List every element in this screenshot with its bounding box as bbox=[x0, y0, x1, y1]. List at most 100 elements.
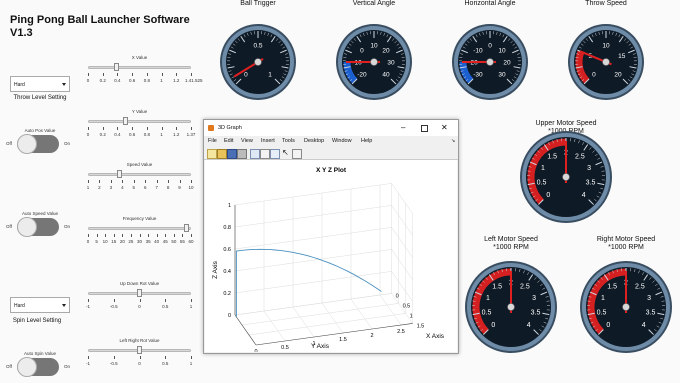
slider-tick-label: 1.2 bbox=[173, 132, 180, 137]
slider-tick bbox=[176, 127, 177, 130]
open-file-icon[interactable] bbox=[217, 149, 227, 159]
slider-tick bbox=[145, 180, 146, 183]
edit-plot-icon[interactable] bbox=[292, 149, 302, 159]
slider-thumb[interactable] bbox=[117, 170, 123, 178]
graph-window[interactable]: 3D Graph – ✕ File Edit View Insert Tools… bbox=[203, 119, 459, 355]
up-down-rot-slider-label: Up Down Rot Value bbox=[119, 281, 160, 286]
minimize-icon[interactable]: – bbox=[401, 120, 405, 136]
insert-legend-icon[interactable] bbox=[270, 149, 280, 159]
gauge-tick-label: 3.5 bbox=[531, 309, 541, 316]
x-value-slider[interactable]: 0 0.2 0.4 0.6 0.8 1 1.2 1.41.525 bbox=[87, 62, 203, 84]
menu-tools[interactable]: Tools bbox=[282, 136, 295, 147]
spin-level-label: Spin Level Setting bbox=[12, 318, 62, 324]
auto-spin-toggle[interactable] bbox=[17, 357, 59, 377]
gauge-hub bbox=[622, 303, 630, 311]
slider-tick bbox=[113, 299, 115, 302]
slider-tick bbox=[139, 356, 140, 359]
auto-speed-toggle[interactable] bbox=[17, 217, 59, 237]
chevron-down-icon bbox=[62, 304, 66, 307]
throw-level-dropdown[interactable]: Hard bbox=[10, 76, 70, 92]
menu-view[interactable]: View bbox=[241, 136, 253, 147]
gauge-tick-label: 10 bbox=[602, 43, 610, 50]
gauge-title-text: Throw Speed bbox=[585, 0, 627, 7]
matlab-logo-icon bbox=[208, 125, 214, 131]
new-figure-icon[interactable] bbox=[207, 149, 217, 159]
window-titlebar[interactable]: 3D Graph – ✕ bbox=[204, 120, 458, 136]
slider-track[interactable] bbox=[88, 227, 191, 230]
frequency-value-slider[interactable]: 0 5 10 15 20 25 30 35 40 45 50 55 60 bbox=[87, 223, 194, 245]
auto-spin-off-label: Off bbox=[6, 364, 12, 369]
slider-thumb[interactable] bbox=[137, 289, 142, 297]
up-down-rot-slider[interactable]: -1 -0.5 0 0.5 1 bbox=[86, 288, 192, 310]
pointer-icon[interactable]: ↖ bbox=[282, 149, 290, 157]
gauge-hub bbox=[486, 58, 494, 66]
gauge-tick-label: 20 bbox=[503, 60, 511, 67]
menu-help[interactable]: Help bbox=[361, 136, 372, 147]
slider-tick bbox=[156, 180, 158, 183]
x-tick-label: 1.5 bbox=[417, 323, 425, 329]
auto-pos-label: Auto Pos Value bbox=[24, 128, 56, 133]
gauge-tick-label: 4 bbox=[582, 192, 586, 199]
slider-tick bbox=[179, 180, 181, 183]
speed-value-slider[interactable]: 1 2 3 4 5 6 7 8 9 10 bbox=[87, 169, 194, 191]
slider-track[interactable] bbox=[88, 66, 191, 69]
close-icon[interactable]: ✕ bbox=[441, 120, 448, 136]
insert-colorbar-icon[interactable] bbox=[260, 149, 270, 159]
gauge-tick-label: 1.5 bbox=[547, 154, 557, 161]
gauge-tick-label: 1 bbox=[268, 72, 272, 79]
slider-tick bbox=[165, 234, 166, 237]
slider-tick bbox=[176, 73, 177, 76]
menu-edit[interactable]: Edit bbox=[224, 136, 233, 147]
plot-area[interactable]: X Y Z Plot 0 0.2 0.4 0.6 0.8 1 0 0.5 1 1.5 2 2.5 0 0.… bbox=[205, 160, 457, 355]
print-icon[interactable] bbox=[237, 149, 247, 159]
xyz-plot[interactable]: X Y Z Plot 0 0.2 0.4 0.6 0.8 1 0 0.5 1 1.5 2 2.5 0 0.… bbox=[205, 160, 457, 355]
spin-level-dropdown[interactable]: Hard bbox=[10, 297, 70, 313]
auto-pos-toggle[interactable] bbox=[17, 134, 59, 154]
toggle-knob bbox=[17, 357, 37, 377]
z-tick-label: 0.4 bbox=[223, 269, 231, 275]
slider-tick-label: 0.8 bbox=[143, 132, 150, 137]
maximize-icon[interactable] bbox=[421, 125, 428, 132]
slider-tick bbox=[88, 234, 89, 237]
menu-desktop[interactable]: Desktop bbox=[304, 136, 324, 147]
gauge-tick-label: 0.5 bbox=[537, 179, 547, 186]
save-icon[interactable] bbox=[227, 149, 237, 159]
slider-tick-label: 1.2 bbox=[173, 78, 180, 83]
slider-tick bbox=[122, 234, 123, 237]
figure-toolbar: ↖ bbox=[204, 147, 458, 160]
slider-track[interactable] bbox=[88, 173, 191, 176]
gauge-tick-label: 3 bbox=[532, 295, 536, 302]
gauge-tick-label: -30 bbox=[473, 72, 483, 79]
slider-tick bbox=[110, 180, 112, 183]
menu-file[interactable]: File bbox=[208, 136, 217, 147]
gauge-tick-label: 2.5 bbox=[520, 284, 530, 291]
x-axis-line bbox=[234, 314, 257, 346]
slider-thumb[interactable] bbox=[137, 346, 142, 354]
menu-window[interactable]: Window bbox=[332, 136, 352, 147]
slider-tick-label: 5 bbox=[132, 185, 136, 190]
slider-tick bbox=[148, 234, 149, 237]
slider-tick bbox=[191, 180, 192, 183]
slider-tick bbox=[191, 299, 192, 302]
slider-thumb[interactable] bbox=[114, 63, 120, 71]
slider-tick bbox=[117, 127, 118, 130]
slider-thumb[interactable] bbox=[184, 224, 190, 232]
y-value-slider[interactable]: 0 0.2 0.4 0.6 0.8 1 1.2 1.37 bbox=[87, 116, 195, 138]
link-plot-icon[interactable] bbox=[250, 149, 260, 159]
slider-tick-label: 4 bbox=[121, 185, 124, 190]
slider-tick bbox=[191, 73, 192, 76]
window-title: 3D Graph bbox=[218, 125, 242, 131]
gauge-hub bbox=[602, 58, 610, 66]
slider-tick-label: 0.6 bbox=[129, 78, 136, 83]
trajectory-curve bbox=[235, 248, 382, 317]
gauge-tick-label: 30 bbox=[498, 72, 506, 79]
dock-arrow-icon[interactable]: ↘ bbox=[451, 136, 455, 147]
slider-track[interactable] bbox=[88, 120, 191, 123]
gauge-tick-label: 4 bbox=[642, 322, 646, 329]
slider-tick bbox=[161, 73, 163, 76]
slider-thumb[interactable] bbox=[123, 117, 129, 125]
left-right-rot-slider[interactable]: -1 -0.5 0 0.5 1 bbox=[86, 345, 192, 367]
auto-pos-on-label: On bbox=[63, 141, 70, 146]
menu-insert[interactable]: Insert bbox=[261, 136, 275, 147]
right-motor-speed-gauge: 00.511.522.533.54 bbox=[580, 261, 672, 353]
